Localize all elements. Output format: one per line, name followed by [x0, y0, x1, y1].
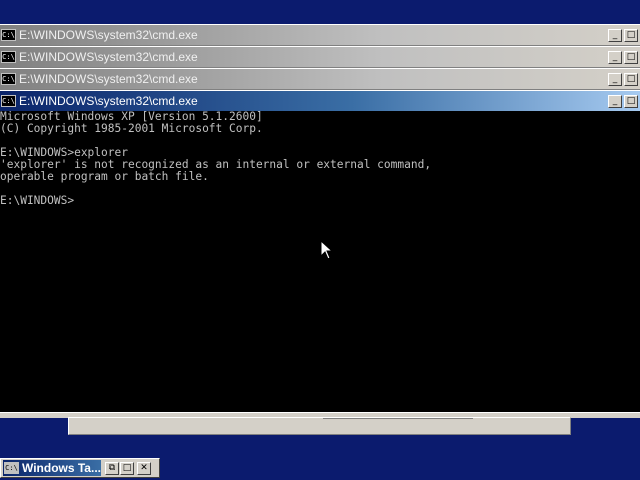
cmd-icon[interactable]: C:\: [1, 95, 16, 107]
cmd-window-active-titlebar[interactable]: C:\ E:\WINDOWS\system32\cmd.exe _ □: [0, 90, 640, 112]
mouse-cursor-icon: [320, 240, 334, 260]
console-output[interactable]: Microsoft Windows XP [Version 5.1.2600] …: [0, 111, 640, 412]
minimized-window-title: Windows Ta...: [21, 461, 101, 475]
minimized-window-titlebar[interactable]: C:\ Windows Ta...: [3, 460, 101, 476]
maximize-button[interactable]: □: [624, 28, 638, 42]
window-title: E:\WINDOWS\system32\cmd.exe: [19, 72, 198, 86]
maximize-button[interactable]: □: [624, 72, 638, 86]
restore-button[interactable]: ⧉: [105, 461, 119, 475]
maximize-button[interactable]: □: [624, 50, 638, 64]
scrollbar-thumb[interactable]: [323, 418, 473, 422]
window-title: E:\WINDOWS\system32\cmd.exe: [19, 28, 198, 42]
close-button[interactable]: ✕: [137, 461, 151, 475]
minimize-button[interactable]: _: [608, 94, 622, 108]
cmd-window-1-titlebar[interactable]: C:\ E:\WINDOWS\system32\cmd.exe _ □: [0, 24, 640, 46]
cmd-icon[interactable]: C:\: [1, 73, 16, 85]
maximize-button[interactable]: □: [120, 461, 134, 475]
minimized-window[interactable]: C:\ Windows Ta... ⧉ □ ✕: [0, 458, 160, 478]
cmd-window-2-titlebar[interactable]: C:\ E:\WINDOWS\system32\cmd.exe _ □: [0, 46, 640, 68]
window-icon: C:\: [4, 462, 19, 474]
command-prompt: E:\WINDOWS>: [0, 194, 75, 207]
maximize-button[interactable]: □: [624, 94, 638, 108]
cmd-window-3-titlebar[interactable]: C:\ E:\WINDOWS\system32\cmd.exe _ □: [0, 68, 640, 90]
window-title: E:\WINDOWS\system32\cmd.exe: [19, 94, 198, 108]
horizontal-scrollbar[interactable]: [68, 417, 571, 435]
cmd-icon[interactable]: C:\: [1, 51, 16, 63]
window-title: E:\WINDOWS\system32\cmd.exe: [19, 50, 198, 64]
console-line: operable program or batch file.: [0, 170, 209, 183]
minimize-button[interactable]: _: [608, 28, 622, 42]
minimize-button[interactable]: _: [608, 50, 622, 64]
cmd-icon[interactable]: C:\: [1, 29, 16, 41]
console-line: (C) Copyright 1985-2001 Microsoft Corp.: [0, 122, 263, 135]
minimize-button[interactable]: _: [608, 72, 622, 86]
